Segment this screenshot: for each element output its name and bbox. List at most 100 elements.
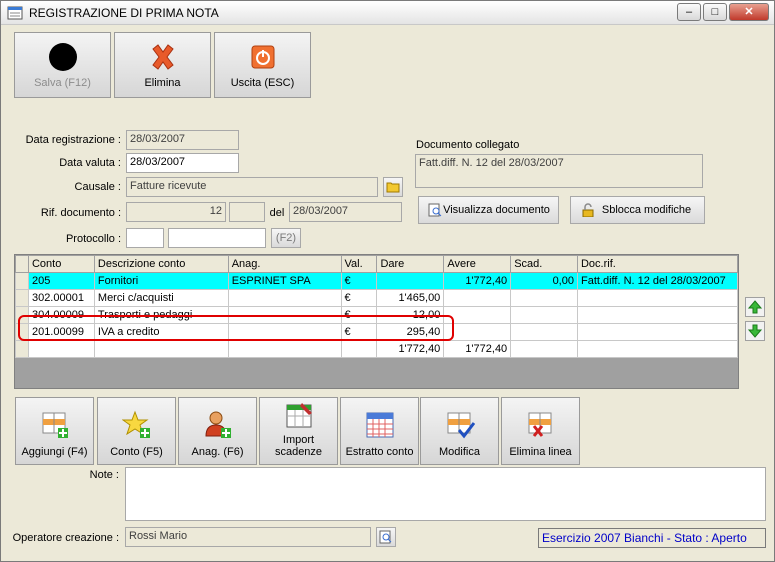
data-registrazione-label: Data registrazione :	[25, 134, 121, 146]
star-add-icon	[121, 410, 150, 438]
modifica-button[interactable]: Modifica	[420, 397, 499, 465]
table-cell[interactable]: 304.00009	[27, 306, 95, 324]
table-cell[interactable]	[443, 289, 512, 307]
row-selector	[15, 340, 29, 358]
save-button[interactable]: Salva (F12)	[14, 32, 111, 98]
protocollo-field[interactable]	[126, 228, 164, 248]
documento-collegato-field[interactable]: Fatt.diff. N. 12 del 28/03/2007	[415, 154, 703, 188]
table-row[interactable]: 205 Fornitori ESPRINET SPA € 1'772,40 0,…	[15, 272, 739, 290]
arrow-up-icon	[747, 300, 763, 314]
table-cell[interactable]: 0,00	[510, 272, 578, 290]
table-cell	[227, 340, 342, 358]
causale-field[interactable]: Fatture ricevute	[126, 177, 378, 197]
table-cell[interactable]: 1'465,00	[376, 289, 445, 307]
table-row[interactable]: 304.00009 Trasporti e pedaggi € 12,00	[15, 306, 739, 324]
table-cell[interactable]: €	[340, 306, 378, 324]
table-cell[interactable]	[576, 323, 739, 341]
table-cell[interactable]: IVA a credito	[93, 323, 229, 341]
import-scadenze-label: Import scadenze	[260, 434, 337, 458]
table-cell[interactable]	[576, 289, 739, 307]
table-cell[interactable]	[576, 306, 739, 324]
protocollo-extra-field[interactable]	[168, 228, 266, 248]
rif-documento-label: Rif. documento :	[40, 207, 121, 219]
table-cell	[576, 340, 739, 358]
row-selector[interactable]	[15, 289, 29, 307]
elimina-linea-button[interactable]: Elimina linea	[501, 397, 580, 465]
table-cell[interactable]: Trasporti e pedaggi	[93, 306, 229, 324]
close-button[interactable]: ✕	[729, 3, 769, 21]
modifica-label: Modifica	[439, 446, 480, 458]
prima-nota-grid[interactable]: Conto Descrizione conto Anag. Val. Dare …	[14, 254, 739, 389]
table-cell[interactable]: 295,40	[376, 323, 445, 341]
table-cell[interactable]: 205	[27, 272, 95, 290]
edit-check-icon	[447, 412, 475, 439]
table-row[interactable]: 302.00001 Merci c/acquisti € 1'465,00	[15, 289, 739, 307]
table-cell[interactable]	[510, 289, 578, 307]
table-cell[interactable]: €	[340, 323, 378, 341]
operatore-lookup-button[interactable]	[376, 527, 396, 547]
row-selector[interactable]	[15, 306, 29, 324]
data-registrazione-field[interactable]: 28/03/2007	[126, 130, 239, 150]
table-cell[interactable]	[227, 289, 342, 307]
column-header[interactable]: Avere	[443, 255, 512, 273]
totals-row: 1'772,40 1'772,40	[15, 340, 739, 358]
table-cell[interactable]: 302.00001	[27, 289, 95, 307]
table-cell[interactable]: 12,00	[376, 306, 445, 324]
conto-button[interactable]: Conto (F5)	[97, 397, 176, 465]
elimina-linea-label: Elimina linea	[509, 446, 572, 458]
anag-button[interactable]: Anag. (F6)	[178, 397, 257, 465]
table-cell[interactable]: Fornitori	[93, 272, 229, 290]
table-row[interactable]: 201.00099 IVA a credito € 295,40	[15, 323, 739, 341]
note-textarea[interactable]	[125, 467, 766, 521]
folder-icon	[386, 182, 400, 193]
table-cell[interactable]: €	[340, 289, 378, 307]
move-up-button[interactable]	[745, 297, 765, 317]
data-valuta-field[interactable]: 28/03/2007	[126, 153, 239, 173]
import-scadenze-button[interactable]: Import scadenze	[259, 397, 338, 465]
aggiungi-button[interactable]: Aggiungi (F4)	[15, 397, 94, 465]
column-header[interactable]: Val.	[340, 255, 378, 273]
minimize-button[interactable]: –	[677, 3, 701, 21]
table-cell[interactable]	[510, 306, 578, 324]
table-cell[interactable]: 201.00099	[27, 323, 95, 341]
table-cell[interactable]	[376, 272, 445, 290]
window-title: REGISTRAZIONE DI PRIMA NOTA	[29, 6, 219, 20]
delete-button-label: Elimina	[144, 77, 181, 89]
table-cell[interactable]: 1'772,40	[443, 272, 512, 290]
table-cell[interactable]: ESPRINET SPA	[227, 272, 342, 290]
estratto-conto-button[interactable]: Estratto conto	[340, 397, 419, 465]
move-down-button[interactable]	[745, 321, 765, 341]
column-header[interactable]: Scad.	[510, 255, 578, 273]
maximize-button[interactable]: □	[703, 3, 727, 21]
table-cell[interactable]: Fatt.diff. N. 12 del 28/03/2007	[576, 272, 739, 290]
exit-button[interactable]: Uscita (ESC)	[214, 32, 311, 98]
column-header[interactable]: Conto	[27, 255, 95, 273]
column-header[interactable]: Doc.rif.	[576, 255, 739, 273]
f2-button[interactable]: (F2)	[271, 228, 301, 248]
visualizza-documento-button[interactable]: Visualizza documento	[418, 196, 559, 224]
documento-collegato-label: Documento collegato	[416, 139, 520, 151]
column-header[interactable]: Dare	[376, 255, 445, 273]
rif-data-field[interactable]: 28/03/2007	[289, 202, 402, 222]
table-cell[interactable]	[510, 323, 578, 341]
column-header[interactable]: Descrizione conto	[93, 255, 229, 273]
row-selector[interactable]	[15, 323, 29, 341]
table-cell[interactable]	[227, 323, 342, 341]
table-cell[interactable]	[227, 306, 342, 324]
sblocca-modifiche-button[interactable]: Sblocca modifiche	[570, 196, 705, 224]
table-cell[interactable]: Merci c/acquisti	[93, 289, 229, 307]
table-cell[interactable]: €	[340, 272, 378, 290]
del-label: del	[269, 207, 285, 219]
visualizza-documento-label: Visualizza documento	[443, 204, 550, 216]
column-header[interactable]: Anag.	[227, 255, 342, 273]
table-cell[interactable]	[443, 323, 512, 341]
rif-numero-field[interactable]: 12	[126, 202, 226, 222]
title-bar[interactable]: REGISTRAZIONE DI PRIMA NOTA – □ ✕	[1, 1, 774, 25]
rif-suffix-field[interactable]	[229, 202, 265, 222]
delete-x-icon	[151, 44, 174, 70]
table-cell[interactable]	[443, 306, 512, 324]
causale-browse-button[interactable]	[383, 177, 403, 197]
delete-button[interactable]: Elimina	[114, 32, 211, 98]
row-selector[interactable]	[15, 272, 29, 290]
operatore-field[interactable]: Rossi Mario	[125, 527, 371, 547]
